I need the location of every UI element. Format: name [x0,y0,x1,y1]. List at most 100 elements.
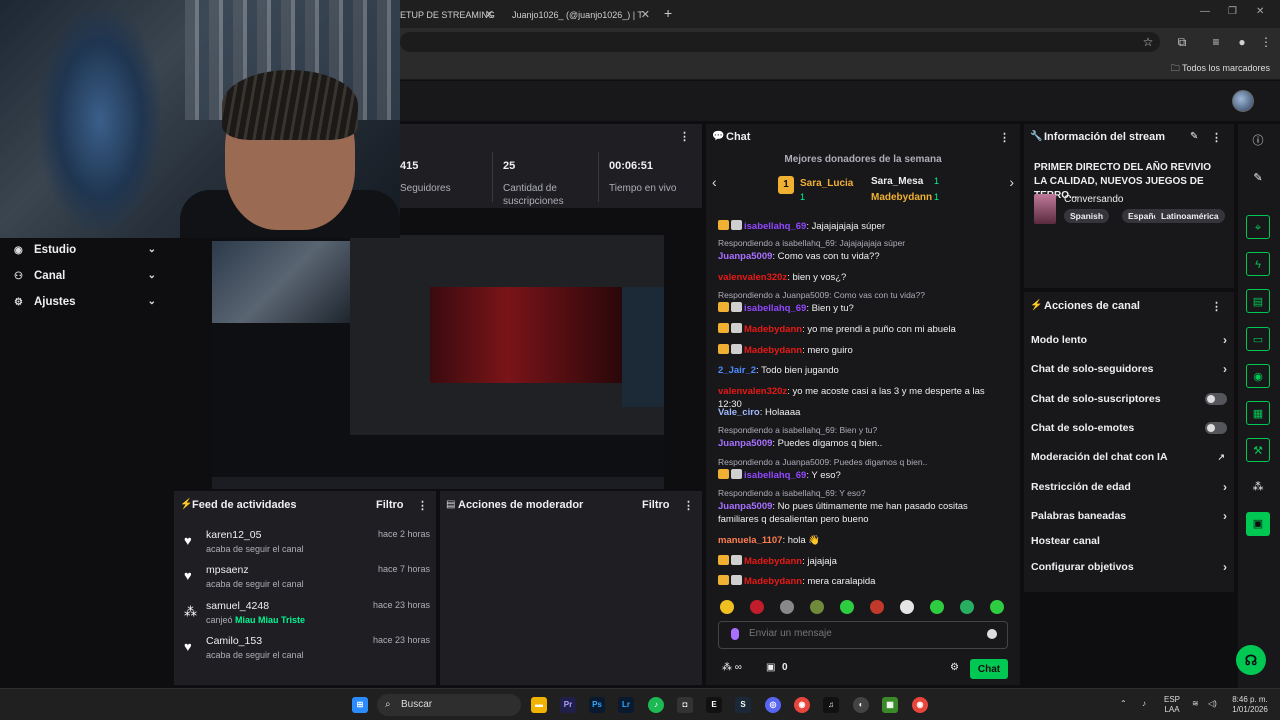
category-name[interactable]: Conversando [1064,194,1123,205]
action-banned-words[interactable]: Palabras baneadas › [1031,507,1227,525]
emote-icon[interactable] [870,600,884,614]
info-icon[interactable]: ⓘ [1246,129,1270,153]
epic-games-icon[interactable]: E [706,697,722,713]
premiere-icon[interactable]: Pr [560,697,576,713]
action-configure-goals[interactable]: Configurar objetivos › [1031,558,1227,576]
chat-user[interactable]: Madebydann [744,324,802,335]
new-tab-button[interactable]: + [664,5,672,21]
infinity-points-icon[interactable]: ⁂ ∞ [722,662,742,673]
taskbar-search[interactable]: ⌕ Buscar [377,694,521,716]
emote-icon[interactable] [720,600,734,614]
nav-canal[interactable]: ⚇ Canal ⌄ [14,266,162,286]
emotes-only-toggle[interactable] [1205,422,1227,434]
edit-icon[interactable]: ✎ [1190,131,1198,142]
subscribers-only-toggle[interactable] [1205,393,1227,405]
chat-user[interactable]: 2_Jair_2 [718,365,756,376]
emote-picker-icon[interactable] [987,629,997,639]
tag[interactable]: Spanish [1064,209,1110,223]
mod-filter-button[interactable]: Filtro [642,499,670,511]
chat-user[interactable]: Juanpa5009 [718,438,772,449]
donor-name[interactable]: Madebydann [871,192,932,203]
emote-icon[interactable] [780,600,794,614]
emote-icon[interactable] [900,600,914,614]
chat-user[interactable]: Madebydann [744,556,802,567]
feed-user[interactable]: samuel_4248 [206,600,269,612]
feed-user[interactable]: Camilo_153 [206,635,262,647]
more-options-icon[interactable]: ⋮ [679,130,690,143]
clipboard-icon[interactable]: ▤ [1246,289,1270,313]
minecraft-icon[interactable]: ▦ [882,697,898,713]
media-icon[interactable]: ≡ [1208,34,1224,50]
more-options-icon[interactable]: ⋮ [417,499,428,512]
all-bookmarks[interactable]: 🗀 Todos los marcadores [1171,61,1270,77]
donor-name[interactable]: Sara_Lucia [800,178,853,189]
action-slow-mode[interactable]: Modo lento › [1031,331,1227,349]
file-explorer-icon[interactable]: ▬ [531,697,547,713]
chat-user[interactable]: isabellahq_69 [744,470,806,481]
chat-user[interactable]: Vale_ciro [718,407,760,418]
chat-user[interactable]: isabellahq_69 [744,221,806,232]
emote-icon[interactable] [960,600,974,614]
chat-user[interactable]: Madebydann [744,345,802,356]
action-followers-only[interactable]: Chat de solo-seguidores › [1031,360,1227,378]
chat-user[interactable]: manuela_1107 [718,535,782,546]
gear-icon[interactable]: ⚙ [950,662,959,673]
stream-preview[interactable] [212,235,664,489]
chat-user[interactable]: valenvalen320z [718,272,787,283]
action-age-restriction[interactable]: Restricción de edad › [1031,478,1227,496]
help-headset-icon[interactable]: ☊ [1236,645,1266,675]
emote-icon[interactable] [930,600,944,614]
chevron-right-icon[interactable]: › [1009,174,1014,190]
steam-icon[interactable]: S [735,697,751,713]
emote-icon[interactable] [810,600,824,614]
browser-tab-tiktok[interactable]: Juanjo1026_ (@juanjo1026_) | T ✕ [504,4,656,26]
chat-user[interactable]: valenvalen320z [718,386,787,397]
more-options-icon[interactable]: ⋮ [999,131,1010,144]
browser-tab-setup[interactable]: ETUP DE STREAMING ✕ [392,4,500,26]
wifi-icon[interactable]: ≋ [1192,699,1199,709]
app-icon[interactable]: ◘ [677,697,693,713]
photoshop-icon[interactable]: Ps [589,697,605,713]
minimize-icon[interactable]: — [1200,6,1210,17]
chevron-left-icon[interactable]: ‹ [712,174,717,190]
tag[interactable]: Latinoamérica [1155,209,1225,223]
close-tab-icon[interactable]: ✕ [641,4,650,26]
extensions-icon[interactable]: ⧉ [1174,34,1190,50]
chat-user[interactable]: Madebydann [744,576,802,587]
microphone-icon[interactable]: ♪ [1142,699,1146,709]
menu-icon[interactable]: ⋮ [1258,34,1274,50]
lightroom-icon[interactable]: Lr [618,697,634,713]
volume-icon[interactable]: ◁) [1208,699,1217,709]
close-tab-icon[interactable]: ✕ [485,4,494,26]
nav-estudio[interactable]: ◉ Estudio ⌄ [14,240,162,260]
feed-user[interactable]: mpsaenz [206,564,249,576]
bookmark-star-icon[interactable]: ☆ [1140,34,1156,50]
microphone-icon[interactable] [731,628,739,640]
bolt-icon[interactable]: ϟ [1246,252,1270,276]
profile-icon[interactable]: ● [1234,34,1250,50]
donor-name[interactable]: Sara_Mesa [871,176,923,187]
pencil-icon[interactable]: ✎ [1246,166,1270,190]
emote-icon[interactable] [750,600,764,614]
nav-ajustes[interactable]: ⚙ Ajustes ⌄ [14,292,162,312]
feed-user[interactable]: karen12_05 [206,529,261,541]
user-avatar[interactable] [1232,90,1254,112]
gift-icon[interactable]: ▣ [766,662,775,673]
tiktok-icon[interactable]: ♫ [823,697,839,713]
chevron-up-icon[interactable]: ⌃ [1120,699,1127,709]
obs-icon[interactable]: ◐ [853,697,869,713]
more-options-icon[interactable]: ⋮ [1211,131,1222,144]
extension-icon[interactable]: ▣ [1246,512,1270,536]
chrome-icon[interactable]: ◉ [794,697,810,713]
layers-icon[interactable]: ▦ [1246,401,1270,425]
more-options-icon[interactable]: ⋮ [1211,300,1222,313]
discord-icon[interactable]: ◎ [765,697,781,713]
points-icon[interactable]: ⁂ [1246,475,1270,499]
clock[interactable]: 8:46 p. m. 1/01/2026 [1228,695,1272,715]
chat-user[interactable]: Juanpa5009 [718,501,772,512]
wrench-icon[interactable]: ⚒ [1246,438,1270,462]
spotify-icon[interactable]: ♪ [648,697,664,713]
address-bar[interactable] [400,32,1160,52]
chat-input-box[interactable] [718,621,1008,649]
start-icon[interactable]: ⊞ [352,697,368,713]
